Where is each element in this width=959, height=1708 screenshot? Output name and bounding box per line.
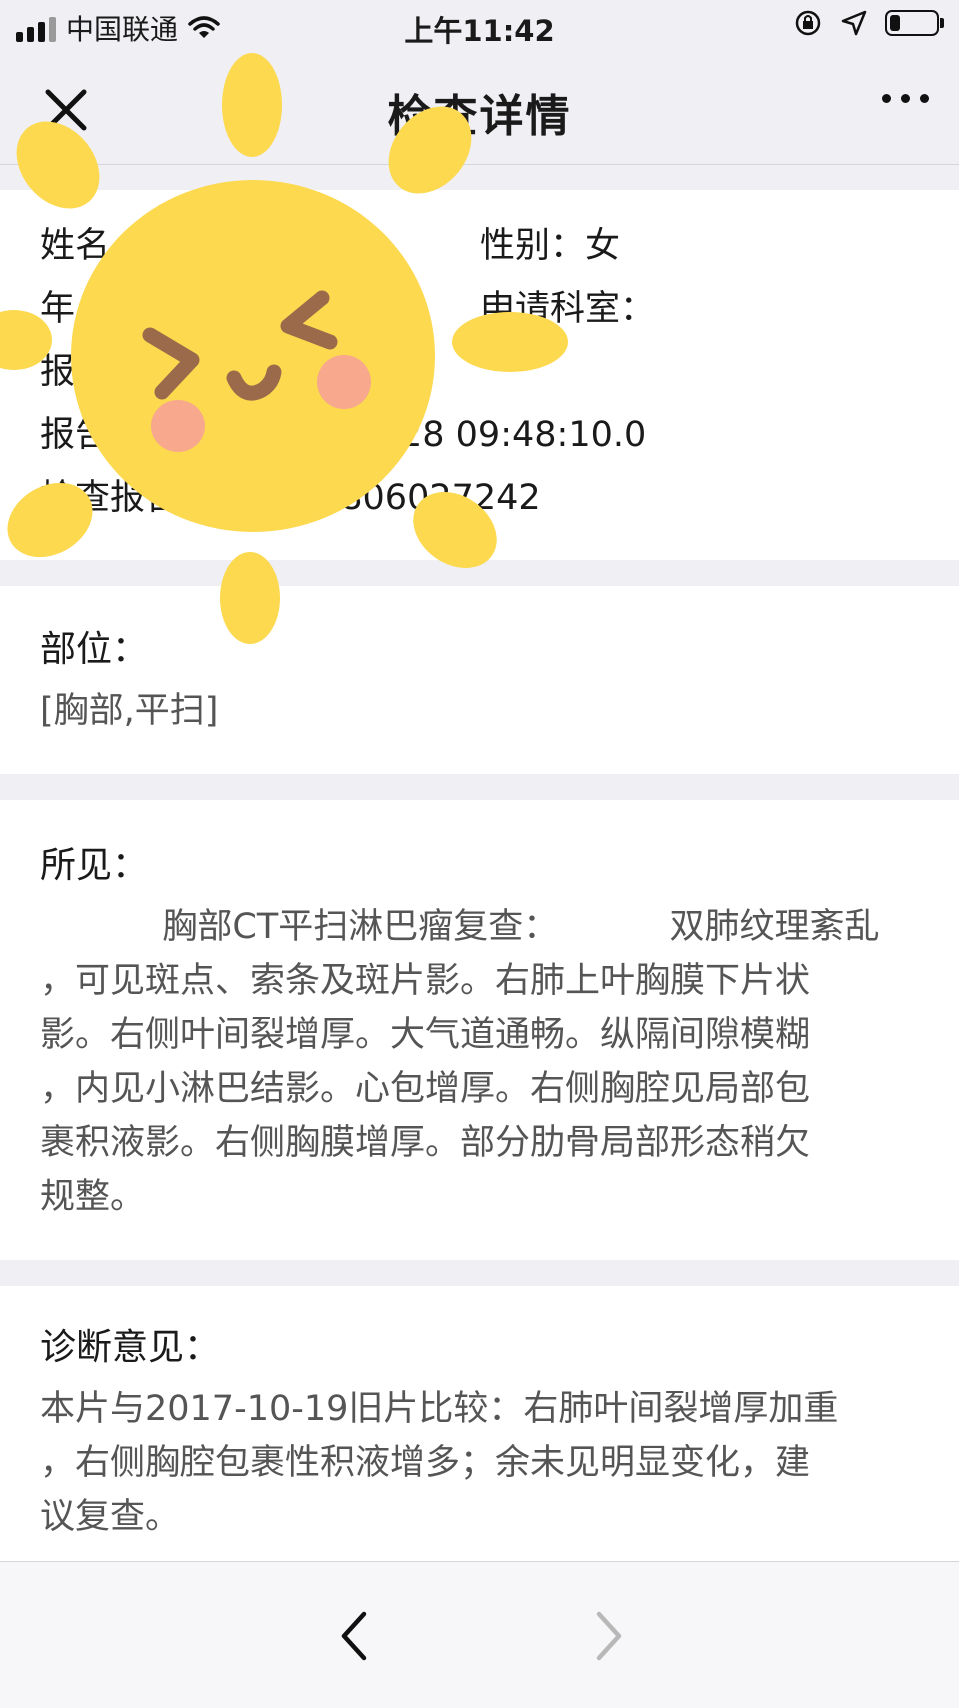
- nav-bar: 检查详情: [0, 54, 959, 165]
- gender-label: 性别：: [480, 226, 586, 266]
- name-label: 姓名: [40, 226, 111, 266]
- battery-fill: [890, 15, 900, 31]
- page-title: 检查详情: [387, 91, 572, 142]
- age-label: 年: [40, 289, 76, 329]
- status-bar: 中国联通 上午11:42: [0, 0, 959, 54]
- report-time-value: 28 09:48:10.0: [400, 415, 647, 455]
- report-time-label: 报告: [40, 415, 111, 455]
- battery-icon: [885, 10, 944, 36]
- report-no-value-row: 1806027242: [318, 476, 541, 520]
- site-card: 部位： [胸部,平扫]: [0, 586, 959, 774]
- report-time-value-row: 28 09:48:10.0: [400, 413, 646, 457]
- site-title: 部位：: [40, 629, 149, 670]
- chevron-left-icon[interactable]: [330, 1608, 380, 1664]
- findings-body: 胸部CT平扫淋巴瘤复查： 双肺纹理紊乱 ，可见斑点、索条及斑片影。右肺上叶胸膜下…: [40, 907, 880, 1217]
- gender-row: 性别：女: [480, 224, 620, 268]
- location-icon: [841, 10, 867, 36]
- report-no-label: 检查报告: [40, 478, 181, 518]
- report-no-value: 1806027242: [318, 478, 541, 518]
- report-time-row: 报告: [40, 413, 110, 457]
- gender-value: 女: [585, 226, 621, 266]
- diagnosis-card: 诊断意见： 本片与2017-10-19旧片比较：右肺叶间裂增厚加重 ，右侧胸腔包…: [0, 1286, 959, 1561]
- age-row: 年: [40, 287, 75, 331]
- site-value: [胸部,平扫]: [40, 691, 219, 731]
- name-row: 姓名: [40, 224, 110, 268]
- report-no-row: 检查报告: [40, 476, 180, 520]
- patient-info-card: 姓名 性别：女 年 申请科室： 报 报告 28 09:48:10.0 检查报告 …: [0, 190, 959, 560]
- rotation-lock-icon: [795, 10, 821, 36]
- findings-title: 所见：: [40, 845, 149, 886]
- report-row: 报: [40, 350, 75, 394]
- dept-label: 申请科室：: [480, 289, 656, 329]
- chevron-right-icon[interactable]: [583, 1608, 633, 1664]
- status-right: [793, 8, 944, 38]
- diagnosis-body: 本片与2017-10-19旧片比较：右肺叶间裂增厚加重 ，右侧胸腔包裹性积液增多…: [40, 1389, 839, 1537]
- report-label: 报: [40, 352, 76, 392]
- diagnosis-title: 诊断意见：: [40, 1327, 221, 1368]
- dept-row: 申请科室：: [480, 287, 655, 331]
- findings-card: 所见： 胸部CT平扫淋巴瘤复查： 双肺纹理紊乱 ，可见斑点、索条及斑片影。右肺上…: [0, 800, 959, 1260]
- more-icon[interactable]: [882, 94, 929, 103]
- bottom-toolbar: [0, 1561, 959, 1708]
